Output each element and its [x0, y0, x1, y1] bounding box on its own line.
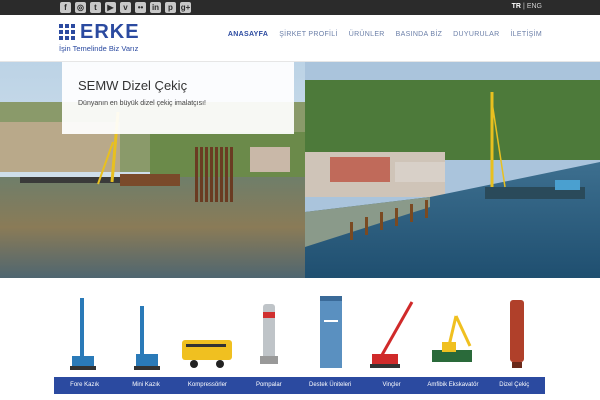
google-plus-icon[interactable]: g+: [180, 2, 191, 13]
youtube-icon[interactable]: ▶: [105, 2, 116, 13]
category-vincler[interactable]: Vinçler: [361, 377, 422, 394]
product-pompa-image[interactable]: [240, 290, 298, 378]
nav-item-basinda-biz[interactable]: BASINDA BİZ: [396, 31, 442, 38]
site-header: ERKE İşin Temelinde Biz Varız ANASAYFA Ş…: [0, 15, 600, 62]
category-amfibik-ekskavator[interactable]: Amfibik Ekskavatör: [422, 377, 483, 394]
vimeo-icon[interactable]: v: [120, 2, 131, 13]
social-links: f ◎ t ▶ v •• in p g+: [60, 2, 191, 13]
category-pompalar[interactable]: Pompalar: [238, 377, 299, 394]
logo-tagline: İşin Temelinde Biz Varız: [59, 44, 139, 53]
instagram-icon[interactable]: ◎: [75, 2, 86, 13]
nav-item-urunler[interactable]: ÜRÜNLER: [349, 31, 385, 38]
twitter-icon[interactable]: t: [90, 2, 101, 13]
slider-subtitle: Dünyanın en büyük dizel çekiç imalatçısı…: [78, 100, 207, 107]
facebook-icon[interactable]: f: [60, 2, 71, 13]
category-kompressorler[interactable]: Kompressörler: [177, 377, 238, 394]
slider-caption: SEMW Dizel Çekiç Dünyanın en büyük dizel…: [62, 62, 294, 134]
product-mini-kazik-image[interactable]: [116, 290, 174, 378]
slider-title: SEMW Dizel Çekiç: [78, 78, 188, 93]
logo-grid-icon: [59, 24, 75, 40]
category-mini-kazik[interactable]: Mini Kazık: [115, 377, 176, 394]
product-dizel-cekic-image[interactable]: [488, 290, 546, 378]
lang-tr-link[interactable]: TR: [512, 3, 521, 10]
product-kompressor-image[interactable]: [178, 290, 236, 378]
product-fore-kazik-image[interactable]: [54, 290, 112, 378]
product-vinc-image[interactable]: [364, 290, 422, 378]
main-nav: ANASAYFA ŞİRKET PROFİLİ ÜRÜNLER BASINDA …: [228, 31, 542, 38]
linkedin-icon[interactable]: in: [150, 2, 161, 13]
product-destek-unitesi-image[interactable]: [302, 290, 360, 378]
logo-brand-text: ERKE: [80, 21, 140, 43]
product-amfibik-ekskavator-image[interactable]: [426, 290, 484, 378]
category-fore-kazik[interactable]: Fore Kazık: [54, 377, 115, 394]
product-category-bar: Fore Kazık Mini Kazık Kompressörler Pomp…: [54, 377, 545, 394]
lang-separator: |: [523, 3, 525, 10]
language-switcher: TR | ENG: [512, 3, 542, 10]
nav-item-iletisim[interactable]: İLETİŞİM: [510, 31, 542, 38]
site-logo[interactable]: ERKE İşin Temelinde Biz Varız: [59, 21, 159, 57]
category-destek-uniteleri[interactable]: Destek Üniteleri: [300, 377, 361, 394]
flickr-icon[interactable]: ••: [135, 2, 146, 13]
lang-eng-link[interactable]: ENG: [527, 3, 542, 10]
nav-item-sirket-profili[interactable]: ŞİRKET PROFİLİ: [279, 31, 338, 38]
nav-item-anasayfa[interactable]: ANASAYFA: [228, 31, 268, 38]
nav-item-duyurular[interactable]: DUYURULAR: [453, 31, 499, 38]
pinterest-icon[interactable]: p: [165, 2, 176, 13]
top-bar: f ◎ t ▶ v •• in p g+ TR | ENG: [0, 0, 600, 15]
category-dizel-cekic[interactable]: Dizel Çekiç: [484, 377, 545, 394]
product-gallery: [54, 290, 545, 378]
